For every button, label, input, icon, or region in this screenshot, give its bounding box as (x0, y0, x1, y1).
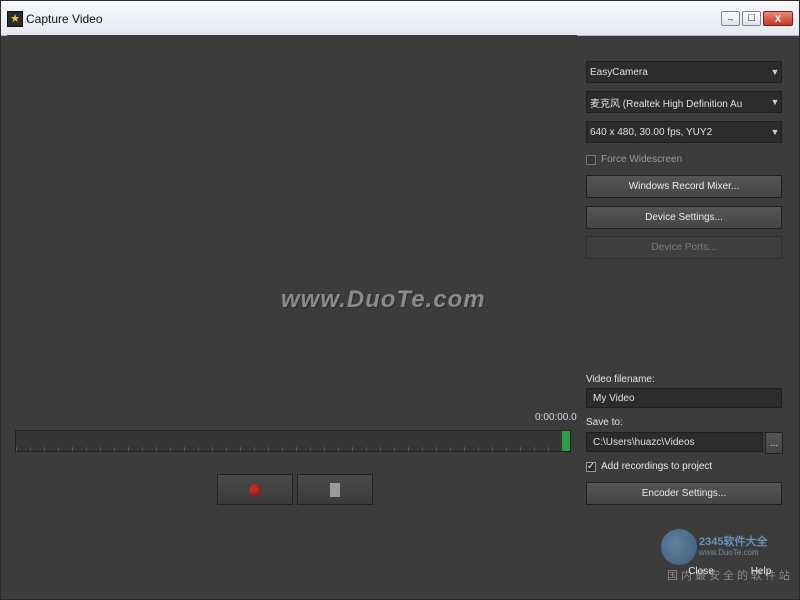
browse-button[interactable]: ... (765, 432, 783, 454)
timecode: 0:00:00.0 (535, 412, 577, 423)
chevron-down-icon: ▼ (770, 67, 780, 77)
device-settings-button[interactable]: Device Settings... (586, 206, 782, 229)
stop-icon (330, 482, 340, 497)
device-ports-button: Device Ports... (586, 236, 782, 259)
audio-device-value: 麦克风 (Realtek High Definition Au (590, 98, 743, 110)
video-device-value: EasyCamera (590, 66, 648, 78)
close-button[interactable]: Close (681, 561, 721, 581)
watermark-text: www.DuoTe.com (281, 286, 486, 313)
logo-url: www.DuoTe.com (699, 548, 759, 557)
add-to-project-row[interactable]: ✓ Add recordings to project (586, 461, 712, 472)
minimize-button[interactable]: – (721, 11, 740, 26)
record-mixer-button[interactable]: Windows Record Mixer... (586, 175, 782, 198)
timeline-ticks (16, 447, 570, 451)
audio-device-select[interactable]: 麦克风 (Realtek High Definition Au ▼ (586, 91, 782, 113)
window-title: Capture Video (26, 12, 103, 26)
force-widescreen-row[interactable]: Force Widescreen (586, 154, 682, 165)
format-select[interactable]: 640 x 480, 30.00 fps, YUY2 ▼ (586, 121, 782, 143)
format-value: 640 x 480, 30.00 fps, YUY2 (590, 126, 713, 138)
add-to-project-checkbox[interactable]: ✓ (586, 461, 596, 472)
chevron-down-icon: ▼ (770, 127, 780, 137)
video-device-select[interactable]: EasyCamera ▼ (586, 61, 782, 83)
timeline-marker[interactable] (562, 431, 570, 451)
stop-button[interactable] (297, 474, 373, 505)
logo-mascot-icon (661, 529, 697, 565)
save-to-input[interactable]: C:\Users\huazc\Videos (586, 432, 763, 452)
add-to-project-label: Add recordings to project (601, 461, 713, 472)
filename-label: Video filename: (586, 374, 655, 385)
encoder-settings-button[interactable]: Encoder Settings... (586, 482, 782, 505)
logo-title: 2345软件大全 (699, 536, 768, 548)
title-bar[interactable]: ★ Capture Video – ☐ X (1, 1, 799, 36)
force-widescreen-checkbox[interactable] (586, 154, 596, 165)
capture-video-window: ★ Capture Video – ☐ X www.DuoTe.com 0:00… (0, 0, 800, 600)
video-preview (7, 35, 577, 405)
record-icon (249, 483, 261, 496)
star-icon: ★ (7, 11, 23, 27)
chevron-down-icon: ▼ (770, 97, 780, 107)
filename-input[interactable]: My Video (586, 388, 782, 408)
transport-controls (217, 474, 373, 505)
save-to-label: Save to: (586, 417, 623, 428)
force-widescreen-label: Force Widescreen (601, 154, 683, 165)
record-button[interactable] (217, 474, 293, 505)
close-window-button[interactable]: X (763, 11, 793, 26)
timeline-bar[interactable] (15, 430, 571, 452)
window-controls: – ☐ X (721, 11, 793, 26)
help-button[interactable]: Help (741, 561, 781, 581)
maximize-button[interactable]: ☐ (742, 11, 761, 26)
